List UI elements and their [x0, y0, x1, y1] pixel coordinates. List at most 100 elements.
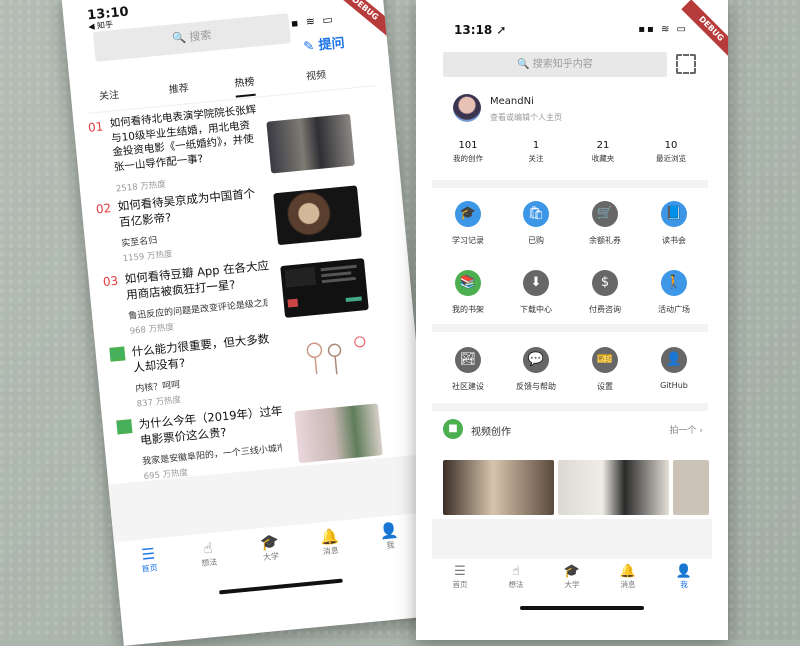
nav-label: 首页	[452, 580, 468, 589]
search-input[interactable]: 🔍 搜索知乎内容	[443, 52, 667, 77]
grid-feedback[interactable]: 💬 反馈与帮助	[504, 347, 568, 392]
heat-count: 1159 万热度	[122, 249, 173, 265]
list-icon: ☰	[454, 564, 466, 579]
section-divider	[432, 403, 708, 411]
stat-following[interactable]: 1 关注	[506, 140, 566, 164]
grid-study-record[interactable]: 🎓 学习记录	[436, 201, 500, 246]
nav-ideas[interactable]: ☝ 想法	[182, 537, 235, 571]
shopping-bag-icon: 🛍	[523, 201, 549, 227]
video-thumbnail[interactable]	[443, 460, 554, 515]
book-icon: 📘	[661, 201, 687, 227]
nav-university[interactable]: 🎓 大学	[244, 531, 297, 565]
grid-settings[interactable]: 🎫 设置	[573, 347, 637, 392]
heat-count: 837 万热度	[136, 395, 182, 410]
ticket-icon: 🎫	[592, 347, 618, 373]
grid-label: 我的书架	[452, 305, 484, 314]
chat-bubble-icon: 💬	[523, 347, 549, 373]
stat-creations[interactable]: 101 我的创作	[438, 140, 498, 164]
grid-label: 读书会	[662, 236, 686, 245]
person-icon: 👤	[378, 521, 400, 541]
nav-university[interactable]: 🎓 大学	[544, 564, 600, 590]
hot-item-title: 如何看待北电表演学院院长张辉与10级毕业生结婚，用北电资金投资电影《一纸婚约》，…	[109, 103, 257, 174]
grid-label: 余额礼券	[589, 236, 621, 245]
tab-video[interactable]: 视频	[305, 66, 327, 83]
bell-icon: 🔔	[319, 526, 340, 547]
app-screenshot-icon	[284, 264, 362, 308]
nav-label: 我	[386, 540, 395, 551]
right-phone-screen: 13:18 ➚ ▪▪ ≋ ▭ DEBUG 🔍 搜索知乎内容 MeandNi 查看…	[416, 0, 728, 640]
scan-icon[interactable]	[676, 54, 696, 74]
tab-hot[interactable]: 热榜	[233, 72, 256, 98]
video-thumbnail[interactable]	[558, 460, 669, 515]
grid-label: GitHub	[660, 381, 688, 390]
grid-community[interactable]: 🏞 社区建设	[436, 347, 500, 392]
heat-count: 2518 万热度	[115, 179, 167, 195]
profile-card[interactable]: MeandNi 查看或编辑个人主页 101 我的创作 1 关注 21 收藏夹 1…	[416, 86, 728, 178]
download-icon: ⬇	[523, 270, 549, 296]
grid-book-club[interactable]: 📘 读书会	[642, 201, 706, 246]
hot-item-thumbnail	[294, 403, 383, 464]
video-camera-icon: ■	[443, 419, 463, 439]
nav-home[interactable]: ☰ 首页	[122, 543, 175, 577]
nav-home[interactable]: ☰ 首页	[432, 564, 488, 590]
nav-label: 我	[680, 580, 688, 589]
grid-label: 付费咨询	[589, 305, 621, 314]
debug-banner: DEBUG	[681, 0, 728, 59]
bottom-nav: ☰ 首页 ☝ 想法 🎓 大学 🔔 消息 👤 我	[416, 562, 728, 602]
heat-count: 968 万热度	[129, 322, 175, 337]
nav-label: 想法	[508, 580, 524, 589]
home-indicator[interactable]	[520, 606, 644, 610]
nav-ideas[interactable]: ☝ 想法	[488, 564, 544, 590]
tab-recommend[interactable]: 推荐	[168, 79, 189, 96]
grid-bookshelf[interactable]: 📚 我的书架	[436, 270, 500, 315]
nav-messages[interactable]: 🔔 消息	[304, 525, 357, 559]
nav-label: 大学	[262, 551, 280, 563]
section-divider	[432, 180, 708, 188]
placeholder-area	[432, 519, 712, 559]
stat-recent[interactable]: 10 最近浏览	[641, 140, 701, 164]
cart-icon: 🛒	[592, 201, 618, 227]
hot-list: 01 如何看待北电表演学院院长张辉与10级毕业生结婚，用北电资金投资电影《一纸婚…	[87, 91, 412, 491]
shoot-one-link[interactable]: 拍一个 ›	[670, 423, 703, 436]
hot-item-thumbnail	[280, 258, 369, 318]
stat-label: 我的创作	[453, 154, 483, 163]
nav-label: 消息	[620, 580, 636, 589]
tab-follow[interactable]: 关注	[98, 86, 120, 103]
avatar[interactable]	[453, 94, 481, 122]
graduation-cap-icon: 🎓	[455, 201, 481, 227]
person-icon: 👤	[675, 564, 693, 579]
nav-me[interactable]: 👤 我	[656, 564, 712, 590]
nav-label: 大学	[564, 580, 580, 589]
bookshelf-icon: 📚	[455, 270, 481, 296]
grid-balance-coupons[interactable]: 🛒 余额礼券	[573, 201, 637, 246]
graduation-cap-icon: 🎓	[259, 532, 280, 553]
stat-value: 101	[458, 140, 478, 151]
section-divider	[432, 324, 708, 332]
ask-label: 提问	[317, 35, 346, 54]
grid-github[interactable]: 👤 GitHub	[642, 347, 706, 390]
stat-label: 最近浏览	[656, 154, 686, 163]
stat-value: 1	[532, 140, 540, 151]
hand-icon: ☝	[202, 538, 214, 558]
grid-activity-square[interactable]: 🚶 活动广场	[642, 270, 706, 315]
profile-hint: 查看或编辑个人主页	[490, 113, 562, 122]
ask-button[interactable]: ✎ 提问	[302, 32, 346, 55]
rank-number: 03	[102, 273, 119, 290]
video-section-title: 视频创作	[471, 427, 511, 438]
stat-collections[interactable]: 21 收藏夹	[573, 140, 633, 164]
video-creation-header: ■ 视频创作 拍一个 ›	[443, 419, 703, 441]
account-icon: 👤	[661, 347, 687, 373]
grid-label: 学习记录	[452, 236, 484, 245]
graduation-cap-icon: 🎓	[563, 564, 581, 579]
grid-downloads[interactable]: ⬇ 下载中心	[504, 270, 568, 315]
rank-number: 01	[87, 119, 104, 135]
image-plus-icon: 🏞	[455, 347, 481, 373]
nav-me[interactable]: 👤 我	[363, 520, 416, 554]
status-icons: ▪▪ ≋ ▭	[638, 24, 688, 35]
grid-paid-consult[interactable]: $ 付费咨询	[573, 270, 637, 315]
video-thumbnail[interactable]	[673, 460, 709, 515]
status-time: 13:18 ➚	[454, 23, 507, 37]
rank-number: 05	[116, 419, 133, 435]
grid-purchased[interactable]: 🛍 已购	[504, 201, 568, 246]
nav-messages[interactable]: 🔔 消息	[600, 564, 656, 590]
